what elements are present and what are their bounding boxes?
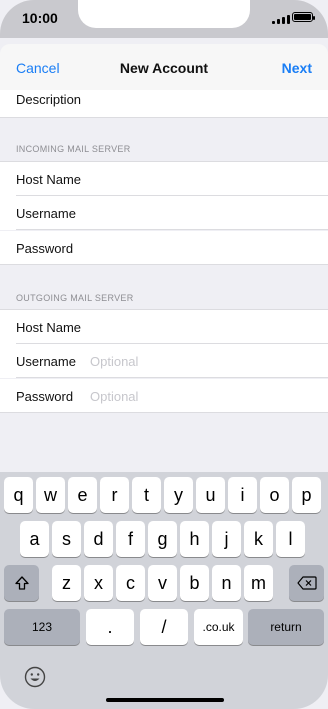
key-x[interactable]: x [84,565,113,601]
shift-key[interactable] [4,565,39,601]
incoming-host-label: Host Name [16,172,82,187]
notch [78,0,250,28]
incoming-host-input[interactable] [90,170,310,188]
outgoing-host-label: Host Name [16,320,82,335]
key-v[interactable]: v [148,565,177,601]
incoming-host-row[interactable]: Host Name [0,161,328,196]
cancel-button[interactable]: Cancel [16,60,60,76]
battery-icon [292,12,315,22]
key-z[interactable]: z [52,565,81,601]
key-h[interactable]: h [180,521,209,557]
next-button[interactable]: Next [282,60,312,76]
incoming-username-label: Username [16,206,76,221]
divider [0,117,328,118]
incoming-username-row[interactable]: Username [0,196,328,230]
key-a[interactable]: a [20,521,49,557]
key-w[interactable]: w [36,477,65,513]
delete-key[interactable] [289,565,324,601]
key-g[interactable]: g [148,521,177,557]
key-l[interactable]: l [276,521,305,557]
key-y[interactable]: y [164,477,193,513]
key-k[interactable]: k [244,521,273,557]
outgoing-host-row[interactable]: Host Name [0,309,328,344]
status-time: 10:00 [22,10,58,26]
divider [16,229,328,230]
outgoing-password-input[interactable] [90,387,310,405]
key-q[interactable]: q [4,477,33,513]
key-j[interactable]: j [212,521,241,557]
key-m[interactable]: m [244,565,273,601]
incoming-password-label: Password [16,241,74,256]
incoming-username-input[interactable] [90,204,310,222]
status-bar: 10:00 [0,0,328,38]
key-b[interactable]: b [180,565,209,601]
couk-key[interactable]: .co.uk [194,609,243,645]
key-p[interactable]: p [292,477,321,513]
outgoing-username-input[interactable] [90,352,310,370]
key-f[interactable]: f [116,521,145,557]
description-row[interactable]: Description [0,90,328,118]
return-key[interactable]: return [248,609,324,645]
outgoing-host-input[interactable] [90,318,310,336]
key-e[interactable]: e [68,477,97,513]
shift-icon [14,576,29,590]
backspace-icon [296,576,317,590]
incoming-password-input[interactable] [90,239,310,257]
incoming-section-header: INCOMING MAIL SERVER [16,144,131,154]
outgoing-username-label: Username [16,354,76,369]
navigation-bar: Cancel New Account Next [0,44,328,91]
slash-key[interactable]: / [140,609,188,645]
phone-screen: 10:00 Cancel New Account Next Descriptio… [0,0,328,709]
divider [0,412,328,413]
key-i[interactable]: i [228,477,257,513]
home-indicator[interactable] [106,698,224,702]
key-d[interactable]: d [84,521,113,557]
key-r[interactable]: r [100,477,129,513]
key-o[interactable]: o [260,477,289,513]
divider [0,264,328,265]
outgoing-section-header: OUTGOING MAIL SERVER [16,293,134,303]
description-label: Description [16,92,82,107]
incoming-password-row[interactable]: Password [0,231,328,265]
emoji-icon[interactable] [24,666,46,688]
signal-icon [272,14,290,24]
key-n[interactable]: n [212,565,241,601]
divider [16,377,328,378]
outgoing-username-row[interactable]: Username [0,344,328,378]
numbers-key[interactable]: 123 [4,609,80,645]
key-c[interactable]: c [116,565,145,601]
dot-key[interactable]: . [86,609,134,645]
key-s[interactable]: s [52,521,81,557]
outgoing-password-row[interactable]: Password [0,379,328,413]
key-t[interactable]: t [132,477,161,513]
outgoing-password-label: Password [16,389,74,404]
key-u[interactable]: u [196,477,225,513]
